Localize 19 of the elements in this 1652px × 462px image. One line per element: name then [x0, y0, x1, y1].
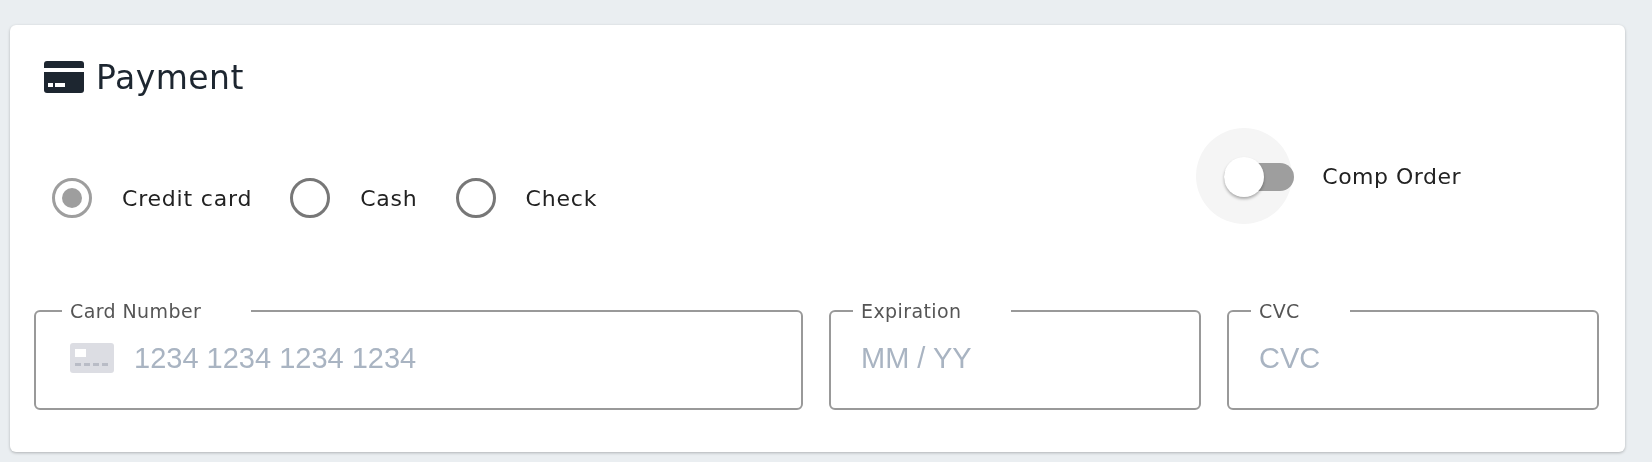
- section-title: Payment: [96, 57, 244, 97]
- radio-button[interactable]: [455, 178, 496, 218]
- input-field[interactable]: 1234 1234 1234 1234: [134, 341, 801, 375]
- credit-card-icon: [44, 61, 84, 93]
- text-field[interactable]: Expiration MM / YY: [829, 300, 1201, 410]
- field-label: Expiration: [861, 300, 963, 322]
- input-field[interactable]: CVC: [1259, 341, 1597, 375]
- toggle-label: Comp Order: [1322, 163, 1461, 189]
- radio-label: Check: [525, 185, 598, 211]
- radio-button[interactable]: [52, 178, 92, 218]
- input-field[interactable]: MM / YY: [861, 341, 1199, 375]
- field-label: Card Number: [70, 300, 203, 322]
- field-label: CVC: [1259, 300, 1301, 322]
- radio-button[interactable]: [290, 178, 331, 218]
- radio-label: Credit card: [122, 185, 253, 211]
- radio-label: Cash: [360, 185, 418, 211]
- text-field[interactable]: Card Number 1234 1234 1234 1234: [34, 300, 803, 410]
- toggle-switch[interactable]: [1224, 157, 1295, 197]
- credit-card-icon: [70, 343, 114, 373]
